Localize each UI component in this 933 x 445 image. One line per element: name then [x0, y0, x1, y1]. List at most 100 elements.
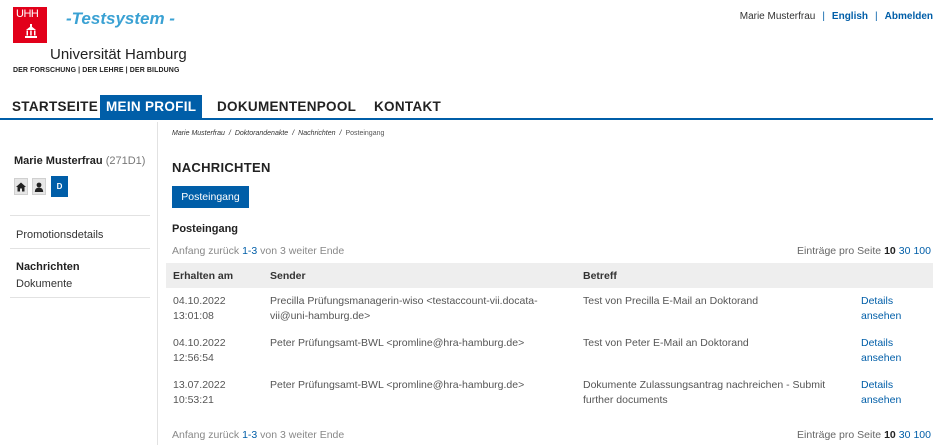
per-page-current: 10 [884, 429, 896, 441]
details-link[interactable]: Details ansehen [854, 372, 933, 414]
pager-next[interactable]: weiter [289, 245, 317, 257]
nav-dokumentenpool[interactable]: DOKUMENTENPOOL [217, 95, 356, 118]
breadcrumb-item[interactable]: Nachrichten [298, 130, 335, 137]
breadcrumb-separator: / [292, 130, 295, 137]
breadcrumb-separator: / [228, 130, 231, 137]
subject-line: Dokumente Zulassungsantrag nachreichen -… [583, 379, 826, 391]
breadcrumb-current: Posteingang [345, 130, 385, 137]
received-time: 12:56:54 [173, 352, 214, 364]
column-header-subject[interactable]: Betreff [576, 263, 854, 288]
nav-kontakt[interactable]: KONTAKT [374, 95, 441, 118]
details-link-label[interactable]: ansehen [861, 394, 901, 406]
sidebar: Marie Musterfrau (271D1) D Promotionsdet… [0, 122, 158, 445]
subject-cell: Test von Peter E-Mail an Doktorand [576, 330, 854, 372]
details-link[interactable]: Details ansehen [854, 330, 933, 372]
details-link-label[interactable]: Details [861, 295, 893, 307]
separator: | [822, 11, 825, 22]
sender-cell: Precilla Prüfungsmanagerin-wiso <testacc… [263, 288, 576, 330]
user-menu: Marie Musterfrau | English | Abmelden [740, 11, 933, 22]
nav-mein-profil[interactable]: MEIN PROFIL [100, 95, 203, 118]
sender-line: vii@uni-hamburg.de> [270, 310, 371, 322]
sidebar-user-id: (271D1) [105, 155, 146, 167]
details-link-label[interactable]: ansehen [861, 352, 901, 364]
column-header-received[interactable]: Erhalten am [166, 263, 263, 288]
sidebar-item-dokumente[interactable]: Dokumente [16, 278, 72, 290]
pager-first[interactable]: Anfang [172, 245, 205, 257]
table-header-row: Erhalten am Sender Betreff [166, 263, 933, 288]
per-page-top: Einträge pro Seite 10 30 100 [797, 245, 931, 257]
per-page-bottom: Einträge pro Seite 10 30 100 [797, 429, 931, 441]
home-icon [16, 182, 26, 191]
section-title: Posteingang [172, 223, 239, 235]
tab-posteingang[interactable]: Posteingang [172, 186, 249, 208]
pager-first[interactable]: Anfang [172, 429, 205, 441]
pager-prev[interactable]: zurück [208, 245, 239, 257]
doktorand-button[interactable]: D [51, 176, 68, 197]
received-time: 10:53:21 [173, 394, 214, 406]
received-cell: 13.07.2022 10:53:21 [166, 372, 263, 414]
main-nav: STARTSEITE MEIN PROFIL DOKUMENTENPOOL KO… [0, 95, 933, 120]
breadcrumb: Marie Musterfrau / Doktorandenakte / Nachric… [172, 130, 384, 137]
header: UHH -Testsystem - Universität Hamburg DE… [0, 0, 933, 95]
received-cell: 04.10.2022 12:56:54 [166, 330, 263, 372]
language-link[interactable]: English [832, 11, 868, 22]
details-link[interactable]: Details ansehen [854, 288, 933, 330]
home-button[interactable] [14, 178, 28, 195]
pager-next[interactable]: weiter [289, 429, 317, 441]
per-page-label: Einträge pro Seite [797, 429, 882, 441]
subject-line: further documents [583, 394, 668, 406]
pager-prev[interactable]: zurück [208, 429, 239, 441]
pager-bottom: Anfang zurück 1-3 von 3 weiter Ende [172, 429, 344, 441]
current-user: Marie Musterfrau [739, 11, 816, 22]
divider [10, 248, 150, 249]
separator: | [875, 11, 878, 22]
column-header-sender[interactable]: Sender [263, 263, 576, 288]
column-header-actions [854, 263, 933, 288]
received-cell: 04.10.2022 13:01:08 [166, 288, 263, 330]
profile-button[interactable] [32, 178, 46, 195]
pager-top: Anfang zurück 1-3 von 3 weiter Ende [172, 245, 344, 257]
subject-line: Test von Peter E-Mail an Doktorand [583, 337, 749, 349]
logout-link[interactable]: Abmelden [885, 11, 933, 22]
per-page-label: Einträge pro Seite [797, 245, 882, 257]
table-row: 13.07.2022 10:53:21 Peter Prüfungsamt-BWL… [166, 372, 933, 414]
subject-line: Test von Precilla E-Mail an Doktorand [583, 295, 759, 307]
details-link-label[interactable]: Details [861, 379, 893, 391]
breadcrumb-separator: / [339, 130, 342, 137]
page-title: NACHRICHTEN [172, 160, 271, 175]
university-tagline: DER FORSCHUNG | DER LEHRE | DER BILDUNG [13, 67, 180, 74]
pager-of: von 3 [260, 429, 286, 441]
sender-cell: Peter Prüfungsamt-BWL <promline@hra-hamb… [263, 330, 576, 372]
university-building-icon [25, 24, 37, 38]
sender-line: Peter Prüfungsamt-BWL <promline@hra-hamb… [270, 379, 525, 391]
pager-of: von 3 [260, 245, 286, 257]
sidebar-user-name: Marie Musterfrau [14, 155, 103, 167]
messages-table: Erhalten am Sender Betreff 04.10.2022 13:… [166, 263, 933, 414]
breadcrumb-item[interactable]: Doktorandenakte [235, 130, 288, 137]
nav-startseite[interactable]: STARTSEITE [12, 95, 98, 118]
sidebar-item-promotionsdetails[interactable]: Promotionsdetails [16, 229, 103, 241]
system-name: -Testsystem - [66, 9, 175, 28]
per-page-current: 10 [884, 245, 896, 257]
subject-cell: Dokumente Zulassungsantrag nachreichen -… [576, 372, 854, 414]
uhh-logo[interactable]: UHH [13, 7, 47, 43]
per-page-option[interactable]: 100 [913, 245, 931, 257]
per-page-option[interactable]: 100 [913, 429, 931, 441]
table-row: 04.10.2022 12:56:54 Peter Prüfungsamt-BWL… [166, 330, 933, 372]
subject-cell: Test von Precilla E-Mail an Doktorand [576, 288, 854, 330]
details-link-label[interactable]: ansehen [861, 310, 901, 322]
per-page-option[interactable]: 30 [899, 429, 911, 441]
per-page-option[interactable]: 30 [899, 245, 911, 257]
details-link-label[interactable]: Details [861, 337, 893, 349]
pager-last[interactable]: Ende [320, 245, 345, 257]
received-date: 04.10.2022 [173, 295, 226, 307]
pager-last[interactable]: Ende [320, 429, 345, 441]
divider [10, 215, 150, 216]
pager-count: 1-3 [242, 429, 258, 441]
sender-line: Peter Prüfungsamt-BWL <promline@hra-hamb… [270, 337, 525, 349]
received-time: 13:01:08 [173, 310, 214, 322]
university-name: Universität Hamburg [50, 46, 187, 63]
breadcrumb-item[interactable]: Marie Musterfrau [172, 130, 225, 137]
sidebar-item-nachrichten[interactable]: Nachrichten [16, 261, 80, 273]
logo-text: UHH [16, 8, 39, 20]
